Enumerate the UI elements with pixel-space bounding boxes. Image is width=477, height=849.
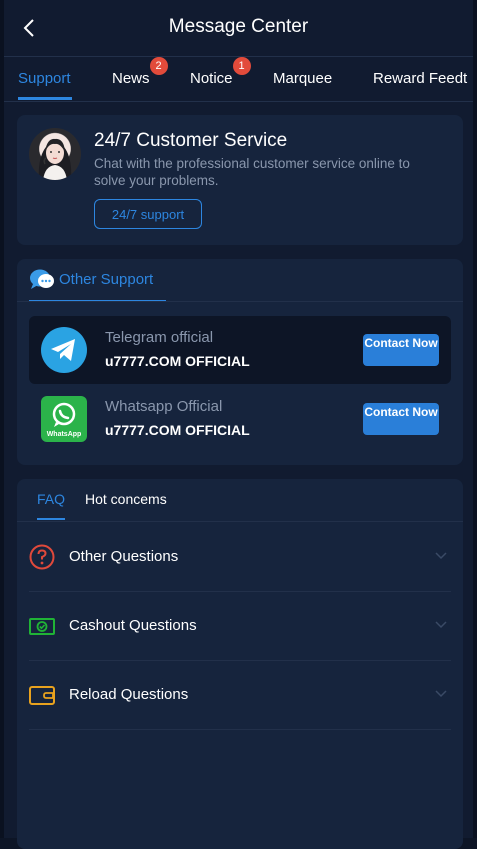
tab-bar: Support News 2 Notice 1 Marquee Reward F… xyxy=(4,57,473,102)
customer-service-description: Chat with the professional customer serv… xyxy=(94,156,410,188)
support-button[interactable]: 24/7 support xyxy=(94,199,202,229)
chevron-down-icon xyxy=(435,690,447,698)
tab-support[interactable]: Support xyxy=(18,70,71,87)
chevron-down-icon xyxy=(435,621,447,629)
tab-news-label: News xyxy=(112,70,150,87)
faq-item-label: Cashout Questions xyxy=(69,617,197,634)
faq-tab-indicator xyxy=(37,518,65,520)
contact-row-whatsapp[interactable]: WhatsApp Whatsapp Official u7777.COM OFF… xyxy=(29,385,451,453)
page-title: Message Center xyxy=(168,16,309,37)
other-support-tab[interactable]: Other Support xyxy=(29,259,166,302)
telegram-icon xyxy=(41,327,87,373)
chevron-down-icon xyxy=(435,552,447,560)
faq-item-label: Other Questions xyxy=(69,548,179,565)
news-badge: 2 xyxy=(149,57,168,75)
faq-item-label: Reload Questions xyxy=(69,686,189,703)
tab-reward-feedback[interactable]: Reward Feedt xyxy=(373,70,467,87)
faq-item-other-questions[interactable]: Other Questions xyxy=(29,522,451,592)
divider xyxy=(17,301,463,302)
other-support-card: Other Support Telegram official u7777.CO… xyxy=(17,259,463,465)
faq-item-cashout-questions[interactable]: Cashout Questions xyxy=(29,591,451,661)
contact-name: Telegram official xyxy=(105,329,214,346)
customer-service-card: 24/7 Customer Service Chat with the prof… xyxy=(17,115,463,245)
active-tab-indicator xyxy=(18,97,72,100)
contact-account: u7777.COM OFFICIAL xyxy=(105,422,250,438)
cash-icon xyxy=(29,618,55,635)
tab-marquee[interactable]: Marquee xyxy=(273,70,332,87)
whatsapp-icon-text: WhatsApp xyxy=(47,431,82,438)
contact-now-button[interactable]: Contact Now xyxy=(363,403,439,435)
faq-item-reload-questions[interactable]: Reload Questions xyxy=(29,660,451,730)
whatsapp-icon: WhatsApp xyxy=(41,396,87,442)
tab-faq[interactable]: FAQ xyxy=(37,491,65,507)
contact-name: Whatsapp Official xyxy=(105,398,223,415)
other-support-label: Other Support xyxy=(59,271,154,288)
agent-avatar xyxy=(29,128,81,180)
question-icon xyxy=(29,544,55,570)
tab-notice[interactable]: Notice 1 xyxy=(190,57,251,87)
message-center-page: Message Center Support News 2 Notice 1 M… xyxy=(4,0,473,849)
tab-hot-concerns[interactable]: Hot concems xyxy=(85,491,167,507)
customer-service-title: 24/7 Customer Service xyxy=(94,130,288,151)
right-edge xyxy=(473,0,477,838)
contact-row-telegram[interactable]: Telegram official u7777.COM OFFICIAL Con… xyxy=(29,316,451,384)
tab-notice-label: Notice xyxy=(190,70,233,87)
contact-account: u7777.COM OFFICIAL xyxy=(105,353,250,369)
chat-bubble-icon xyxy=(30,269,54,289)
tab-news[interactable]: News 2 xyxy=(112,57,168,87)
contact-now-button[interactable]: Contact Now xyxy=(363,334,439,366)
notice-badge: 1 xyxy=(232,57,251,75)
faq-card: FAQ Hot concems Other Questions Cashout … xyxy=(17,479,463,849)
header-bar: Message Center xyxy=(4,0,473,57)
wallet-icon xyxy=(29,686,55,705)
